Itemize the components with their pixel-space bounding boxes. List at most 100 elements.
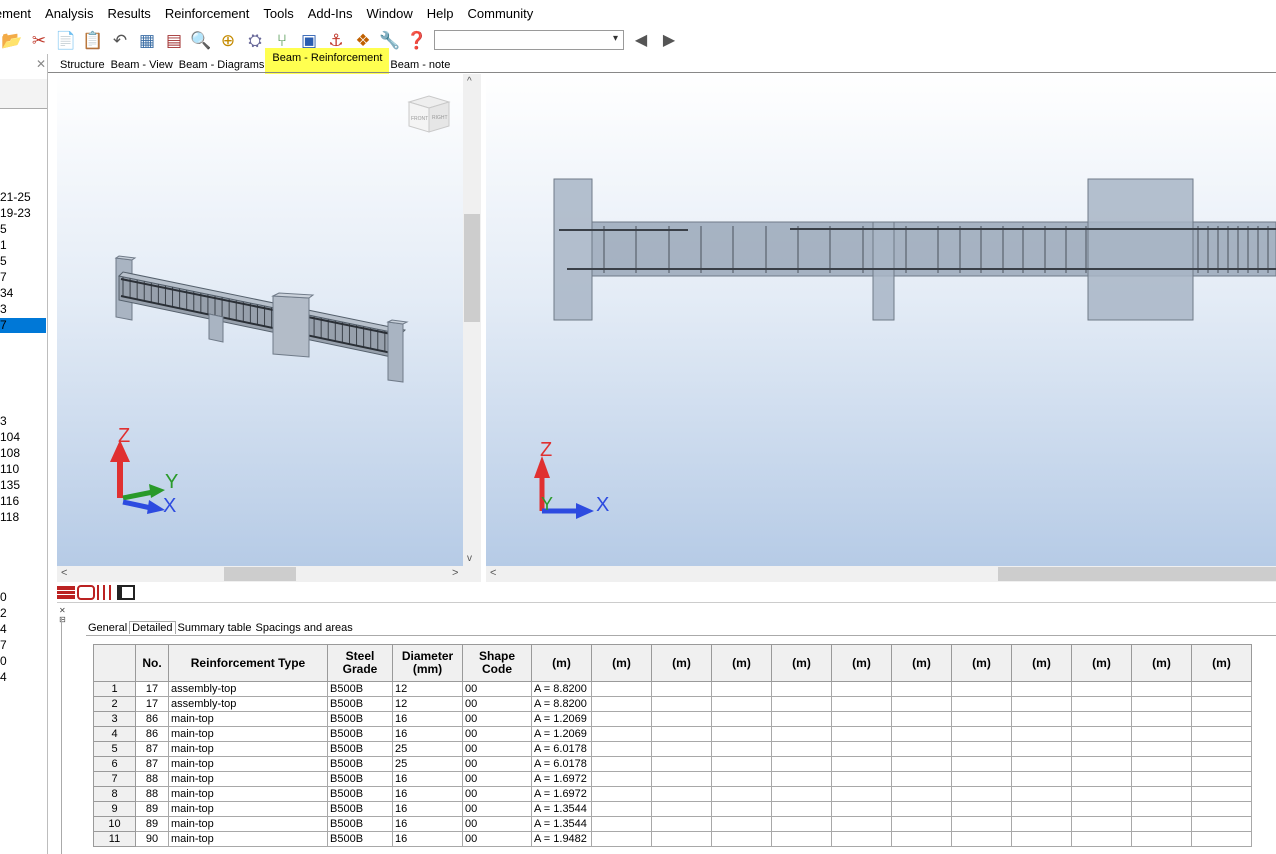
stirrup-shape-icon[interactable] — [77, 584, 95, 600]
table-cell[interactable]: A = 6.0178 — [531, 741, 592, 757]
table-cell[interactable] — [651, 786, 712, 802]
help-icon[interactable]: ❓ — [405, 28, 429, 52]
scroll-left-icon[interactable]: < — [61, 567, 67, 579]
tree-item[interactable]: 116 — [0, 494, 46, 509]
column-header[interactable]: Shape Code — [462, 644, 532, 682]
menu-item-add-ins[interactable]: Add-Ins — [301, 6, 360, 21]
tab-spacings-and-areas[interactable]: Spacings and areas — [253, 622, 354, 634]
table-cell[interactable] — [1011, 831, 1072, 847]
table-cell[interactable] — [831, 756, 892, 772]
column-header[interactable]: (m) — [1131, 644, 1192, 682]
table-cell[interactable] — [831, 786, 892, 802]
tree-item[interactable]: 7 — [0, 638, 46, 653]
back-arrow-icon[interactable]: ◀ — [630, 30, 652, 50]
row-header[interactable]: 9 — [93, 801, 136, 817]
table-cell[interactable]: 90 — [135, 831, 169, 847]
table-cell[interactable] — [711, 771, 772, 787]
table-cell[interactable] — [591, 726, 652, 742]
table-cell[interactable] — [1011, 756, 1072, 772]
table-cell[interactable]: assembly-top — [168, 696, 328, 712]
table-cell[interactable] — [831, 831, 892, 847]
column-header[interactable]: (m) — [531, 644, 592, 682]
column-header[interactable]: (m) — [1071, 644, 1132, 682]
tree-item[interactable]: 7 — [0, 270, 46, 285]
table-cell[interactable]: 00 — [462, 831, 532, 847]
column-header[interactable]: (m) — [771, 644, 832, 682]
table-cell[interactable]: A = 8.8200 — [531, 696, 592, 712]
table-cell[interactable] — [651, 711, 712, 727]
right-view-horizontal-scrollbar[interactable]: < — [486, 566, 1276, 582]
table-cell[interactable] — [1191, 741, 1252, 757]
menu-item-window[interactable]: Window — [360, 6, 420, 21]
table-cell[interactable] — [591, 696, 652, 712]
table-cell[interactable]: 00 — [462, 816, 532, 832]
table-cell[interactable]: 16 — [392, 831, 463, 847]
grid-icon[interactable]: ▦ — [135, 28, 159, 52]
table-cell[interactable]: B500B — [327, 771, 393, 787]
table-cell[interactable] — [711, 816, 772, 832]
table-cell[interactable] — [591, 771, 652, 787]
column-header[interactable]: (m) — [711, 644, 772, 682]
table-cell[interactable] — [891, 741, 952, 757]
column-header[interactable]: No. — [135, 644, 169, 682]
table-cell[interactable] — [1071, 786, 1132, 802]
table-cell[interactable] — [1131, 726, 1192, 742]
table-cell[interactable] — [831, 801, 892, 817]
table-cell[interactable]: 16 — [392, 801, 463, 817]
table-cell[interactable] — [1131, 831, 1192, 847]
scroll-up-icon[interactable]: ^ — [467, 76, 472, 87]
table-cell[interactable] — [711, 831, 772, 847]
table-cell[interactable] — [1191, 801, 1252, 817]
table-cell[interactable]: 87 — [135, 741, 169, 757]
table-cell[interactable]: 00 — [462, 801, 532, 817]
table-cell[interactable] — [951, 711, 1012, 727]
table-cell[interactable] — [771, 711, 832, 727]
branch-icon[interactable]: ⑂ — [270, 28, 294, 52]
table-cell[interactable]: main-top — [168, 771, 328, 787]
table-cell[interactable] — [771, 726, 832, 742]
table-cell[interactable] — [711, 726, 772, 742]
table-cell[interactable] — [711, 756, 772, 772]
table-cell[interactable]: A = 1.3544 — [531, 816, 592, 832]
table-cell[interactable]: 12 — [392, 681, 463, 697]
table-cell[interactable]: 88 — [135, 786, 169, 802]
table-cell[interactable] — [771, 741, 832, 757]
table-cell[interactable] — [1191, 726, 1252, 742]
tree-item[interactable]: 1 — [0, 238, 46, 253]
table-cell[interactable]: main-top — [168, 741, 328, 757]
table-cell[interactable] — [1071, 831, 1132, 847]
table-cell[interactable] — [951, 831, 1012, 847]
menu-item-help[interactable]: Help — [420, 6, 461, 21]
tree-item[interactable]: 34 — [0, 286, 46, 301]
table-cell[interactable] — [1071, 696, 1132, 712]
column-header[interactable]: Diameter (mm) — [392, 644, 463, 682]
table-cell[interactable]: 00 — [462, 696, 532, 712]
zoom-window-icon[interactable]: ⊕ — [216, 28, 240, 52]
table-cell[interactable] — [1191, 831, 1252, 847]
menu-item-reinforcement[interactable]: Reinforcement — [158, 6, 257, 21]
table-cell[interactable] — [1071, 771, 1132, 787]
row-header[interactable]: 1 — [93, 681, 136, 697]
column-header[interactable]: (m) — [1191, 644, 1252, 682]
model-icon[interactable]: ⛭ — [243, 28, 267, 52]
table-cell[interactable]: 89 — [135, 816, 169, 832]
table-cell[interactable] — [1191, 711, 1252, 727]
column-header[interactable]: (m) — [651, 644, 712, 682]
tree-item[interactable]: 110 — [0, 462, 46, 477]
left-view-vertical-scrollbar[interactable]: ^ v — [463, 74, 481, 566]
table-cell[interactable] — [831, 741, 892, 757]
tree-item[interactable]: 19-23 — [0, 206, 46, 221]
table-cell[interactable] — [1191, 816, 1252, 832]
table-row[interactable]: 1 17 assembly-top B500B 12 00 A = 8.8200 — [93, 681, 1252, 697]
table-cell[interactable] — [891, 756, 952, 772]
pin-icon[interactable]: ✕ ⊟ — [59, 606, 66, 624]
table-cell[interactable] — [771, 681, 832, 697]
cut-icon[interactable]: ✂ — [27, 28, 51, 52]
table-cell[interactable] — [951, 756, 1012, 772]
table-cell[interactable]: 00 — [462, 771, 532, 787]
column-header[interactable]: (m) — [951, 644, 1012, 682]
table-cell[interactable] — [831, 696, 892, 712]
rebar-icon[interactable]: ⚓ — [324, 28, 348, 52]
spacing-icon[interactable] — [97, 584, 115, 600]
table-cell[interactable] — [591, 816, 652, 832]
